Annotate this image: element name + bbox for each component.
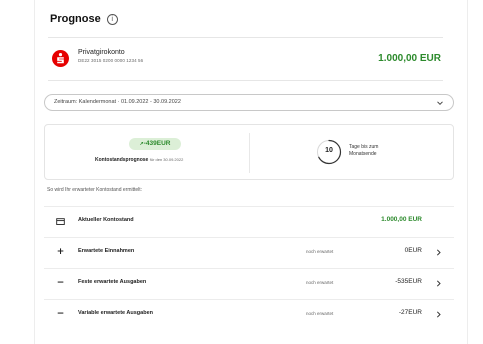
forecast-card: ↗-439EUR Kontostandsprognose für den 30.… [44,124,454,180]
row-status: noch erwartet [306,280,334,285]
forecast-label-date: für den 30.09.2022 [149,157,184,162]
list-item-fixed-expenses[interactable]: − Feste erwartete Ausgaben noch erwartet… [44,268,454,298]
sparkasse-logo-icon [52,50,69,67]
days-remaining-value: 10 [325,147,333,154]
plus-icon: + [56,247,65,257]
forecast-amount: -439EUR [143,140,171,147]
header-divider [48,37,443,38]
account-iban: DE22 3015 0200 0000 1234 56 [78,58,144,63]
account-row: Privatgirokonto DE22 3015 0200 0000 1234… [48,44,443,74]
account-divider [48,80,443,81]
row-amount: 1.000,00 EUR [381,216,422,223]
row-amount: -535EUR [395,278,422,285]
list-item-current-balance: Aktueller Kontostand 1.000,00 EUR [44,206,454,236]
row-label: Feste erwartete Ausgaben [78,279,147,285]
card-divider [249,133,250,173]
wallet-icon [56,217,65,226]
account-balance: 1.000,00 EUR [378,53,441,64]
account-name: Privatgirokonto [78,49,125,56]
page-title: Prognose [50,13,101,25]
minus-icon: − [56,309,65,319]
list-item-variable-expenses[interactable]: − Variable erwartete Ausgaben noch erwar… [44,299,454,329]
days-remaining-label: Tage bis zum Monatsende [349,144,379,157]
row-label: Erwartete Einnahmen [78,248,135,254]
forecast-amount-badge: ↗-439EUR [129,138,181,150]
chevron-right-icon[interactable] [435,248,442,257]
row-status: noch erwartet [306,311,334,316]
chevron-right-icon[interactable] [435,310,442,319]
period-label: Zeitraum: Kalendermonat · 01.09.2022 - 3… [54,99,181,105]
period-select[interactable]: Zeitraum: Kalendermonat · 01.09.2022 - 3… [44,94,454,111]
row-label: Aktueller Kontostand [78,217,134,223]
section-caption: So wird Ihr erwarteter Kontostand ermitt… [47,187,143,193]
row-amount: 0EUR [404,247,422,254]
info-circle-icon[interactable]: i [106,13,118,25]
chevron-down-icon [437,101,443,106]
chevron-right-icon[interactable] [435,279,442,288]
list-item-expected-income[interactable]: + Erwartete Einnahmen noch erwartet 0EUR [44,237,454,267]
forecast-label: Kontostandsprognose für den 30.09.2022 [95,157,183,163]
minus-icon: − [56,278,65,288]
row-status: noch erwartet [306,249,334,254]
row-amount: -27EUR [398,309,422,316]
row-label: Variable erwartete Ausgaben [78,310,153,316]
forecast-label-title: Kontostandsprognose [95,157,149,163]
header: Prognose i [50,13,118,25]
